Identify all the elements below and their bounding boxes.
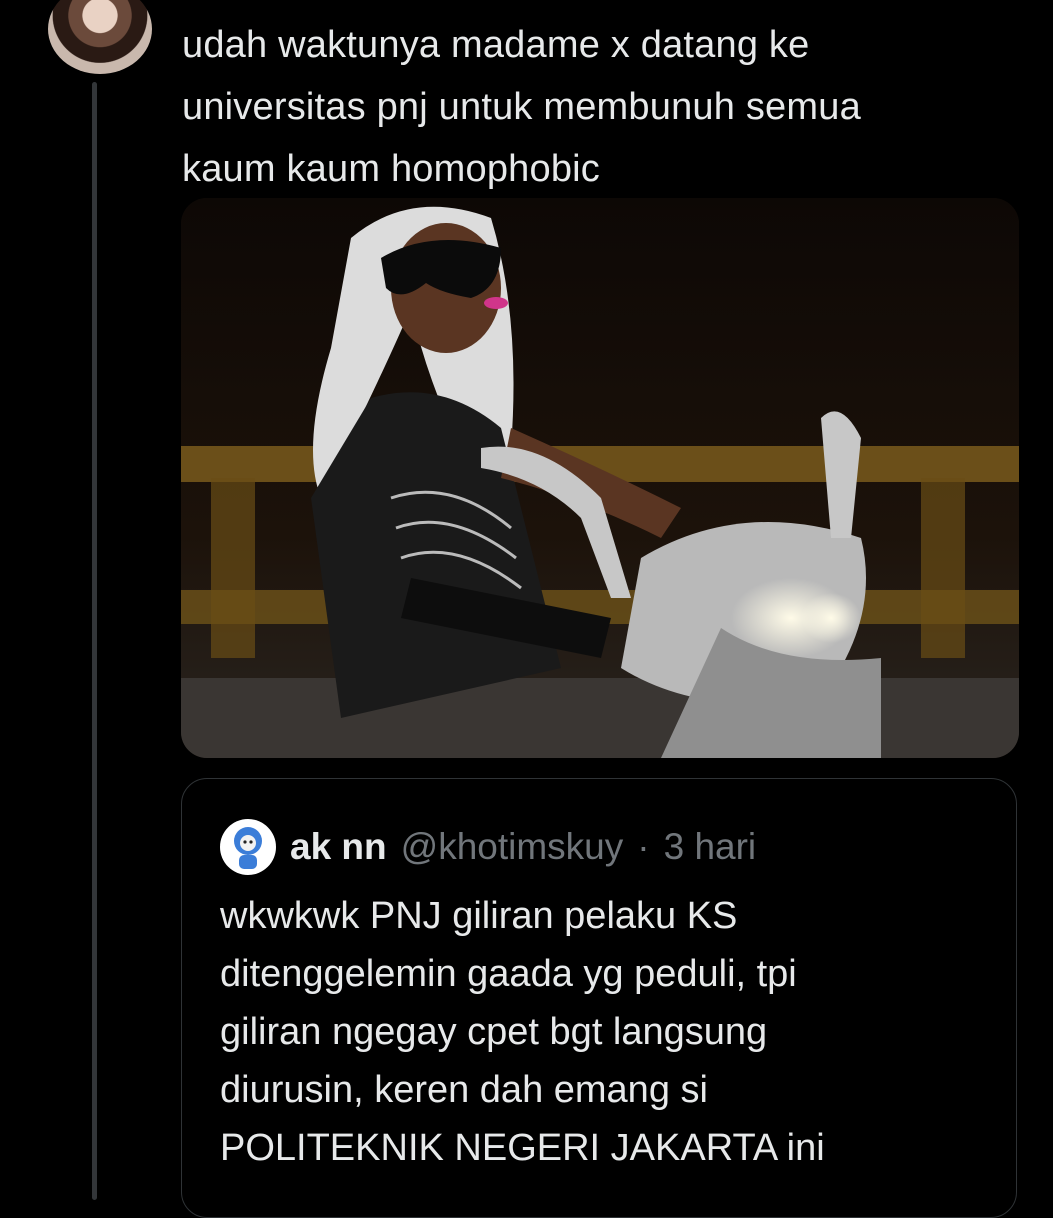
quoted-tweet-header: ak nn @khotimskuy · 3 hari bbox=[220, 819, 756, 875]
photo-illustration bbox=[181, 198, 1019, 758]
tweet-text: udah waktunya madame x datang ke univers… bbox=[182, 24, 861, 190]
quoted-author-avatar[interactable] bbox=[220, 819, 276, 875]
quoted-tweet-text: wkwkwk PNJ giliran pelaku KS ditenggelem… bbox=[220, 895, 825, 1169]
author-avatar[interactable] bbox=[48, 0, 152, 74]
quoted-timestamp[interactable]: 3 hari bbox=[664, 826, 757, 868]
thread-connector-line bbox=[92, 82, 97, 1200]
blue-figure-icon bbox=[234, 827, 262, 869]
quoted-tweet-card[interactable]: ak nn @khotimskuy · 3 hari wkwkwk PNJ gi… bbox=[181, 778, 1017, 1218]
tweet-media-photo[interactable] bbox=[181, 198, 1019, 758]
quoted-display-name[interactable]: ak nn bbox=[290, 826, 387, 868]
quoted-handle[interactable]: @khotimskuy bbox=[401, 826, 624, 868]
separator-dot: · bbox=[637, 826, 650, 867]
